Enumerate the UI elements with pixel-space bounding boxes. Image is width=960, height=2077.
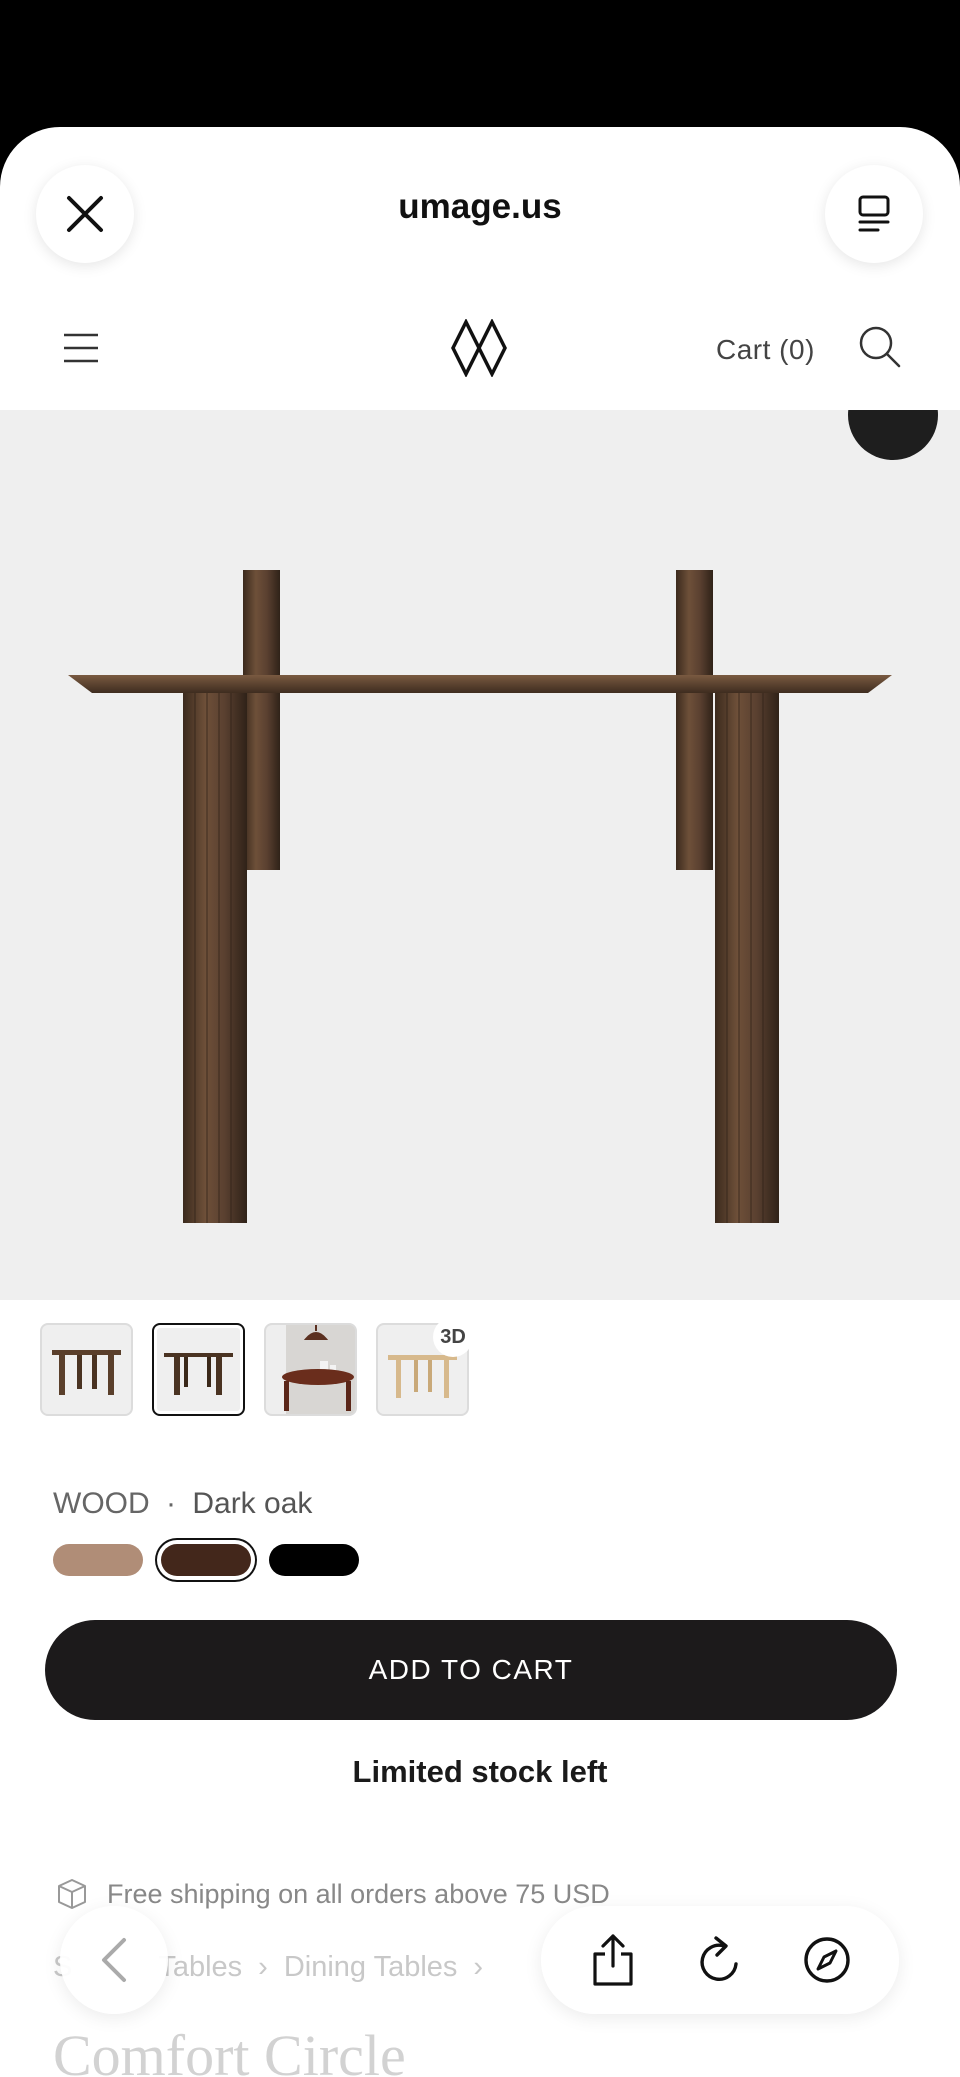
3d-badge: 3D bbox=[433, 1317, 473, 1357]
swatch-black[interactable] bbox=[269, 1544, 359, 1576]
breadcrumb-item[interactable]: Tables bbox=[158, 1951, 242, 1984]
compass-button[interactable] bbox=[787, 1920, 867, 2000]
share-button[interactable] bbox=[573, 1920, 653, 2000]
option-separator: · bbox=[166, 1487, 176, 1520]
reload-button[interactable] bbox=[680, 1920, 760, 2000]
page-url: umage.us bbox=[398, 187, 562, 226]
swatch-light-oak[interactable] bbox=[53, 1544, 143, 1576]
table-thumbnail-icon bbox=[52, 1350, 121, 1395]
compass-icon bbox=[804, 1937, 851, 1983]
room-scene-icon bbox=[266, 1325, 355, 1414]
product-title: Comfort Circle bbox=[53, 2023, 406, 2077]
shipping-info: Free shipping on all orders above 75 USD bbox=[55, 1877, 610, 1911]
menu-icon[interactable] bbox=[62, 331, 100, 365]
thumbnail-strip: 3D bbox=[40, 1317, 473, 1416]
reload-icon bbox=[700, 1936, 738, 1981]
back-button[interactable] bbox=[60, 1906, 168, 2014]
umage-logo-icon[interactable] bbox=[450, 319, 508, 377]
tabs-icon bbox=[858, 195, 890, 232]
thumbnail-4[interactable]: 3D bbox=[376, 1317, 473, 1416]
site-header bbox=[0, 287, 960, 412]
swatch-dark-oak[interactable] bbox=[161, 1544, 251, 1576]
option-name: WOOD bbox=[53, 1487, 150, 1520]
thumbnail-2[interactable] bbox=[152, 1323, 245, 1416]
tabs-button[interactable] bbox=[825, 165, 923, 263]
stock-note: Limited stock left bbox=[352, 1754, 608, 1789]
thumbnail-3[interactable] bbox=[264, 1323, 357, 1416]
breadcrumb-item[interactable]: Dining Tables bbox=[284, 1951, 458, 1984]
product-hero-image[interactable] bbox=[0, 410, 960, 1300]
option-value: Dark oak bbox=[192, 1487, 313, 1520]
wood-swatches bbox=[53, 1544, 359, 1576]
browser-toolbar bbox=[541, 1906, 899, 2014]
package-icon bbox=[58, 1879, 86, 1909]
cart-link[interactable]: Cart (0) bbox=[716, 334, 815, 366]
search-icon[interactable] bbox=[858, 325, 902, 369]
add-to-cart-button[interactable]: ADD TO CART bbox=[45, 1620, 897, 1720]
thumbnail-1[interactable] bbox=[40, 1323, 133, 1416]
chevron-right-icon: › bbox=[473, 1951, 484, 1983]
chevron-left-icon bbox=[102, 1938, 126, 1982]
browser-sheet: umage.us Cart (0) 3D WOOD · Dark oak ADD… bbox=[0, 127, 960, 2077]
browser-top-bar: umage.us bbox=[0, 127, 960, 287]
share-icon bbox=[593, 1934, 633, 1986]
table-thumbnail-icon bbox=[164, 1353, 233, 1395]
table-image bbox=[68, 570, 892, 1223]
chevron-right-icon: › bbox=[258, 1951, 268, 1983]
shipping-text: Free shipping on all orders above 75 USD bbox=[107, 1878, 610, 1909]
wood-option-label: WOOD · Dark oak bbox=[53, 1487, 312, 1521]
